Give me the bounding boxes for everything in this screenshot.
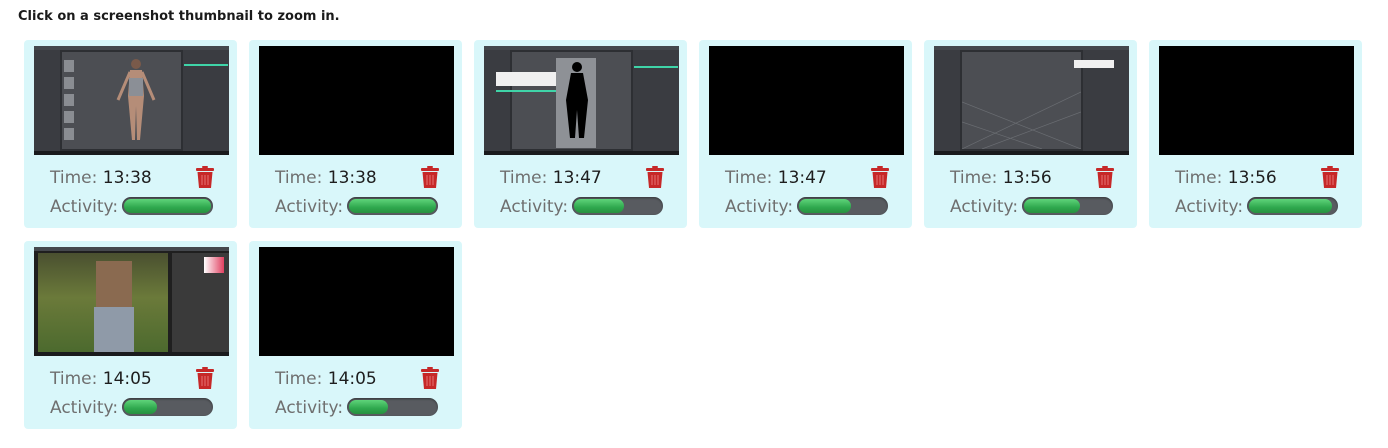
time-label: Time: xyxy=(50,369,98,389)
trash-icon[interactable] xyxy=(421,367,439,389)
screenshot-card: Time: 13:47 Activity: xyxy=(474,40,687,228)
time-value: 13:47 xyxy=(777,168,827,188)
activity-bar-fill xyxy=(124,400,158,414)
screenshot-thumbnail[interactable] xyxy=(34,247,229,356)
activity-label: Activity: xyxy=(50,398,119,418)
screenshot-card: Time: 13:56 Activity: xyxy=(1149,40,1362,228)
time-value: 13:56 xyxy=(1002,168,1052,188)
activity-bar xyxy=(347,197,438,215)
activity-label: Activity: xyxy=(275,197,344,217)
time-row: Time: 13:56 xyxy=(950,168,1052,188)
activity-bar xyxy=(572,197,663,215)
time-value: 13:38 xyxy=(327,168,377,188)
time-row: Time: 14:05 xyxy=(275,369,377,389)
activity-label: Activity: xyxy=(500,197,569,217)
activity-bar xyxy=(122,197,213,215)
time-value: 13:47 xyxy=(552,168,602,188)
screenshot-thumbnail[interactable] xyxy=(259,46,454,155)
trash-icon[interactable] xyxy=(646,166,664,188)
screenshot-card: Time: 13:38 Activity: xyxy=(249,40,462,228)
activity-bar-fill xyxy=(574,199,625,213)
screenshot-thumbnail[interactable] xyxy=(1159,46,1354,155)
time-row: Time: 13:56 xyxy=(1175,168,1277,188)
activity-bar xyxy=(122,398,213,416)
screenshot-thumbnail[interactable] xyxy=(934,46,1129,155)
trash-icon[interactable] xyxy=(1321,166,1339,188)
time-label: Time: xyxy=(50,168,98,188)
activity-label: Activity: xyxy=(725,197,794,217)
trash-icon[interactable] xyxy=(196,367,214,389)
screenshot-card: Time: 14:05 Activity: xyxy=(24,241,237,429)
activity-bar xyxy=(1022,197,1113,215)
screenshot-card: Time: 13:38 Activity: xyxy=(24,40,237,228)
trash-icon[interactable] xyxy=(196,166,214,188)
activity-label: Activity: xyxy=(950,197,1019,217)
instruction-text: Click on a screenshot thumbnail to zoom … xyxy=(18,9,340,24)
time-label: Time: xyxy=(275,168,323,188)
screenshot-thumbnail[interactable] xyxy=(484,46,679,155)
activity-bar-fill xyxy=(349,199,436,213)
time-value: 13:56 xyxy=(1227,168,1277,188)
activity-label: Activity: xyxy=(50,197,119,217)
trash-icon[interactable] xyxy=(1096,166,1114,188)
screenshot-thumbnail[interactable] xyxy=(259,247,454,356)
time-row: Time: 13:38 xyxy=(50,168,152,188)
activity-label: Activity: xyxy=(1175,197,1244,217)
trash-icon[interactable] xyxy=(421,166,439,188)
screenshot-thumbnail[interactable] xyxy=(709,46,904,155)
activity-bar xyxy=(1247,197,1338,215)
screenshot-thumbnail[interactable] xyxy=(34,46,229,155)
time-label: Time: xyxy=(725,168,773,188)
time-value: 14:05 xyxy=(327,369,377,389)
activity-bar-fill xyxy=(124,199,211,213)
time-value: 14:05 xyxy=(102,369,152,389)
screenshot-card: Time: 13:56 Activity: xyxy=(924,40,1137,228)
activity-label: Activity: xyxy=(275,398,344,418)
activity-bar-fill xyxy=(1024,199,1080,213)
activity-bar xyxy=(347,398,438,416)
time-label: Time: xyxy=(950,168,998,188)
time-row: Time: 13:38 xyxy=(275,168,377,188)
time-row: Time: 13:47 xyxy=(500,168,602,188)
activity-bar-fill xyxy=(799,199,852,213)
activity-bar xyxy=(797,197,888,215)
screenshot-card: Time: 13:47 Activity: xyxy=(699,40,912,228)
trash-icon[interactable] xyxy=(871,166,889,188)
time-row: Time: 14:05 xyxy=(50,369,152,389)
screenshot-card: Time: 14:05 Activity: xyxy=(249,241,462,429)
time-label: Time: xyxy=(275,369,323,389)
time-value: 13:38 xyxy=(102,168,152,188)
activity-bar-fill xyxy=(349,400,389,414)
activity-bar-fill xyxy=(1249,199,1332,213)
time-row: Time: 13:47 xyxy=(725,168,827,188)
time-label: Time: xyxy=(500,168,548,188)
time-label: Time: xyxy=(1175,168,1223,188)
